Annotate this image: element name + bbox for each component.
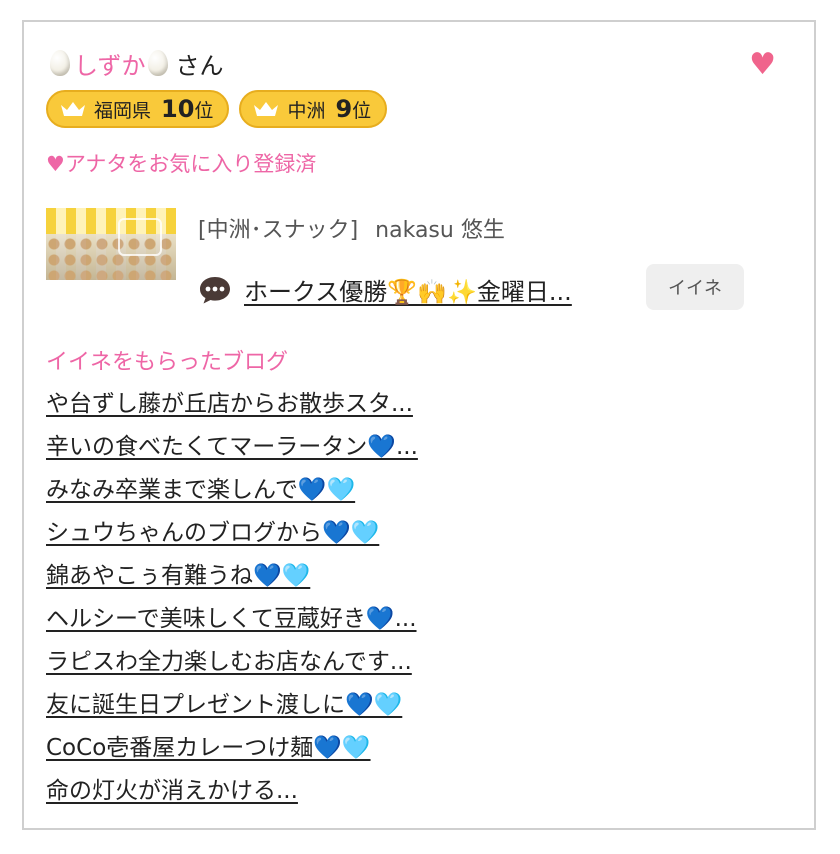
list-item: 命の灯火が消えかける... <box>46 771 418 814</box>
crown-icon <box>254 102 279 116</box>
latest-post-link[interactable]: ホークス優勝🏆🙌✨金曜日... <box>244 272 572 307</box>
liked-blogs-list: や台ずし藤が丘店からお散歩スタ... 辛いの食べたくてマーラータン💙... みな… <box>46 384 418 814</box>
like-button[interactable]: イイネ <box>646 264 744 310</box>
list-item: CoCo壱番屋カレーつけ麺💙🩵 <box>46 728 418 771</box>
shop-category: [中洲･スナック] <box>198 218 359 243</box>
list-item: や台ずし藤が丘店からお散歩スタ... <box>46 384 418 427</box>
thumbnail-logo <box>118 218 162 256</box>
list-item: ラピスわ全力楽しむお店なんです... <box>46 642 418 685</box>
badge-area: 中洲 <box>287 99 326 122</box>
ranking-badges: 福岡県 10 位 中洲 9 位 <box>46 90 388 128</box>
list-item: 友に誕生日プレゼント渡しに💙🩵 <box>46 685 418 728</box>
blog-link[interactable]: 命の灯火が消えかける... <box>46 778 298 804</box>
shop-thumbnail[interactable] <box>46 208 176 280</box>
profile-card: しずか さん ♥ 福岡県 10 位 中洲 9 位 ♥アナタをお気に入り登録済 [… <box>22 20 816 830</box>
egg-icon <box>147 50 168 76</box>
crown-icon <box>61 102 85 116</box>
shop-info[interactable]: [中洲･スナック] nakasu 悠生 <box>198 212 505 244</box>
ranking-badge-prefecture[interactable]: 福岡県 10 位 <box>46 90 230 128</box>
egg-icon <box>50 50 70 76</box>
speech-bubble-icon <box>200 276 230 303</box>
badge-rank: 9 <box>335 95 353 123</box>
badge-rank-suffix: 位 <box>352 99 372 122</box>
blog-link[interactable]: 辛いの食べたくてマーラータン💙... <box>46 434 418 460</box>
list-item: ヘルシーで美味しくて豆蔵好き💙... <box>46 599 418 642</box>
shop-name: nakasu 悠生 <box>375 218 505 243</box>
favorite-status-note: ♥アナタをお気に入り登録済 <box>46 152 317 176</box>
blog-link[interactable]: ラピスわ全力楽しむお店なんです... <box>46 649 412 675</box>
blog-link[interactable]: や台ずし藤が丘店からお散歩スタ... <box>46 391 413 417</box>
list-item: 辛いの食べたくてマーラータン💙... <box>46 427 418 470</box>
user-suffix: さん <box>175 51 224 80</box>
list-item: みなみ卒業まで楽しんで💙🩵 <box>46 470 418 513</box>
blog-link[interactable]: 友に誕生日プレゼント渡しに💙🩵 <box>46 692 402 718</box>
badge-area: 福岡県 <box>94 99 152 122</box>
list-item: 錦あやこぅ有難うね💙🩵 <box>46 556 418 599</box>
badge-rank-suffix: 位 <box>194 99 214 122</box>
latest-post: ホークス優勝🏆🙌✨金曜日... <box>198 272 572 307</box>
ranking-badge-area[interactable]: 中洲 9 位 <box>239 90 388 128</box>
liked-blogs-title: イイネをもらったブログ <box>46 350 289 375</box>
blog-link[interactable]: 錦あやこぅ有難うね💙🩵 <box>46 563 310 589</box>
heart-icon[interactable]: ♥ <box>749 50 776 80</box>
blog-link[interactable]: みなみ卒業まで楽しんで💙🩵 <box>46 477 355 503</box>
blog-link[interactable]: CoCo壱番屋カレーつけ麺💙🩵 <box>46 735 371 761</box>
badge-rank: 10 <box>161 95 195 123</box>
blog-link[interactable]: ヘルシーで美味しくて豆蔵好き💙... <box>46 606 417 632</box>
user-line: しずか さん <box>48 46 224 80</box>
user-name[interactable]: しずか <box>74 46 146 81</box>
blog-link[interactable]: シュウちゃんのブログから💙🩵 <box>46 520 379 546</box>
list-item: シュウちゃんのブログから💙🩵 <box>46 513 418 556</box>
